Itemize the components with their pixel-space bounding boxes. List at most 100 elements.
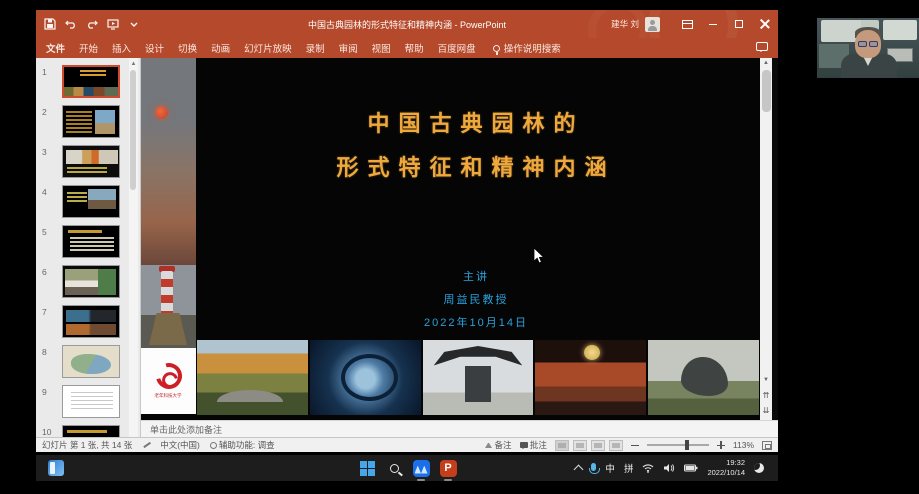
speaker-icon[interactable] xyxy=(663,463,675,473)
zoom-level[interactable]: 113% xyxy=(733,440,754,450)
tab-animations[interactable]: 动画 xyxy=(211,41,230,55)
widgets-icon[interactable] xyxy=(48,460,64,476)
tab-design[interactable]: 设计 xyxy=(145,41,164,55)
tell-me-search[interactable]: 操作说明搜索 xyxy=(493,41,561,55)
notes-pane[interactable]: 单击此处添加备注 xyxy=(141,420,778,437)
zoom-slider-thumb[interactable] xyxy=(685,440,689,450)
slide-thumbnail-8[interactable] xyxy=(62,345,120,378)
slide-thumbnail-2[interactable] xyxy=(62,105,120,138)
slide-thumbnail-6[interactable] xyxy=(62,265,120,298)
fit-to-window-button[interactable] xyxy=(762,441,772,450)
meeting-app-icon[interactable] xyxy=(412,459,430,477)
lighthouse-photo[interactable] xyxy=(141,265,196,348)
tab-record[interactable]: 录制 xyxy=(306,41,325,55)
slide-thumbnail-7[interactable] xyxy=(62,305,120,338)
customize-qat-icon[interactable] xyxy=(128,18,140,30)
tray-overflow-chevron-icon[interactable] xyxy=(574,465,584,475)
tab-file[interactable]: 文件 xyxy=(46,41,65,55)
save-icon[interactable] xyxy=(44,18,56,30)
slide-thumbnail-4[interactable] xyxy=(62,185,120,218)
presenter-label[interactable]: 主讲 xyxy=(196,268,756,284)
notes-icon xyxy=(485,442,492,448)
presentation-date[interactable]: 2022年10月14日 xyxy=(196,314,756,330)
meeting-screen-share: 中国古典园林的形式特征和精神内涵 - PowerPoint 建华 刘 文件 开始… xyxy=(0,0,919,494)
zoom-out-button[interactable] xyxy=(631,441,639,449)
slide-thumbnail-5[interactable] xyxy=(62,225,120,258)
thumbnail-pane-scrollbar[interactable] xyxy=(129,58,138,437)
account-avatar[interactable] xyxy=(645,17,660,32)
slide-thumbnail-3[interactable] xyxy=(62,145,120,178)
comments-toggle[interactable]: 批注 xyxy=(520,439,547,451)
slide-scrollbar[interactable] xyxy=(760,58,772,420)
scroll-up-icon[interactable] xyxy=(130,60,137,68)
background-cabinet xyxy=(883,20,917,40)
powerpoint-taskbar-icon[interactable]: P xyxy=(439,459,457,477)
photo-lantern-room-autumn-view[interactable] xyxy=(535,340,646,415)
tab-slideshow[interactable]: 幻灯片放映 xyxy=(244,41,292,55)
logo-swirl-icon xyxy=(151,358,187,394)
slide-title-line1[interactable]: 中国古典园林的 xyxy=(196,106,756,138)
undo-icon[interactable] xyxy=(65,18,77,30)
slide-number: 5 xyxy=(42,227,56,237)
tab-help[interactable]: 帮助 xyxy=(405,41,424,55)
spell-check-icon[interactable] xyxy=(142,441,150,449)
previous-slide-icon[interactable] xyxy=(760,390,772,402)
battery-icon[interactable] xyxy=(684,464,698,472)
language-indicator[interactable]: 中文(中国) xyxy=(160,439,200,451)
tab-insert[interactable]: 插入 xyxy=(112,41,131,55)
zoom-slider[interactable] xyxy=(647,444,709,446)
photo-abstract-sculpture-park[interactable] xyxy=(648,340,759,415)
search-icon[interactable] xyxy=(385,459,403,477)
scrollbar-thumb[interactable] xyxy=(762,70,771,112)
slide-thumbnail-9[interactable] xyxy=(62,385,120,418)
sunset-photo[interactable] xyxy=(141,58,196,265)
scroll-down-icon[interactable] xyxy=(760,375,772,386)
comments-icon[interactable] xyxy=(756,42,768,51)
mouse-cursor xyxy=(533,247,545,265)
wifi-icon[interactable] xyxy=(642,463,654,473)
slideshow-view-button[interactable] xyxy=(609,440,623,451)
presenter-webcam-video[interactable] xyxy=(817,18,919,78)
slide-number: 8 xyxy=(42,347,56,357)
accessibility-status[interactable]: 辅助功能: 调查 xyxy=(210,439,275,451)
redo-icon[interactable] xyxy=(86,18,98,30)
reading-view-button[interactable] xyxy=(591,440,605,451)
photo-pavilion-upturned-eaves[interactable] xyxy=(423,340,534,415)
school-logo[interactable]: 老年科技大学 xyxy=(141,348,196,414)
presenter-name[interactable]: 周益民教授 xyxy=(196,291,756,307)
slide-sorter-view-button[interactable] xyxy=(573,440,587,451)
scroll-up-icon[interactable] xyxy=(760,58,772,69)
taskbar-clock[interactable]: 19:32 2022/10/14 xyxy=(707,458,745,478)
ime-mode-indicator[interactable]: 拼 xyxy=(624,461,634,475)
slide-thumbnail-10[interactable] xyxy=(62,425,120,437)
tab-review[interactable]: 审阅 xyxy=(339,41,358,55)
ime-language-indicator[interactable]: 中 xyxy=(605,461,615,475)
restore-button[interactable] xyxy=(726,10,752,38)
tab-view[interactable]: 视图 xyxy=(372,41,391,55)
start-button[interactable] xyxy=(358,459,376,477)
slide-canvas[interactable]: 老年科技大学 中国古典园林的 形式特征和精神内涵 主讲 周益民教授 2022年1… xyxy=(141,58,760,420)
normal-view-button[interactable] xyxy=(555,440,569,451)
notes-placeholder[interactable]: 单击此处添加备注 xyxy=(150,423,222,436)
photo-autumn-garden-bridge[interactable] xyxy=(197,340,308,415)
tab-baidu-netdisk[interactable]: 百度网盘 xyxy=(438,41,476,55)
slide-left-image-column[interactable]: 老年科技大学 xyxy=(141,58,196,420)
photo-moon-gate-pond-night[interactable] xyxy=(310,340,421,415)
notes-toggle[interactable]: 备注 xyxy=(485,439,511,451)
slide-title-line2[interactable]: 形式特征和精神内涵 xyxy=(196,150,756,182)
tab-transitions[interactable]: 切换 xyxy=(178,41,197,55)
slide-number: 1 xyxy=(42,67,56,77)
close-button[interactable] xyxy=(752,10,778,38)
ribbon-display-options-button[interactable] xyxy=(674,10,700,38)
ribbon-tab-bar: 文件 开始 插入 设计 切换 动画 幻灯片放映 录制 审阅 视图 帮助 百度网盘… xyxy=(36,38,778,58)
minimize-button[interactable] xyxy=(700,10,726,38)
slide-thumbnail-1[interactable] xyxy=(62,65,120,98)
zoom-in-button[interactable] xyxy=(717,441,725,449)
start-slideshow-icon[interactable] xyxy=(107,18,119,30)
tab-home[interactable]: 开始 xyxy=(79,41,98,55)
shared-desktop: 中国古典园林的形式特征和精神内涵 - PowerPoint 建华 刘 文件 开始… xyxy=(36,10,778,481)
account-name[interactable]: 建华 刘 xyxy=(611,18,639,30)
focus-assist-moon-icon[interactable] xyxy=(754,463,764,473)
next-slide-icon[interactable] xyxy=(760,405,772,417)
microphone-icon[interactable] xyxy=(591,463,596,471)
